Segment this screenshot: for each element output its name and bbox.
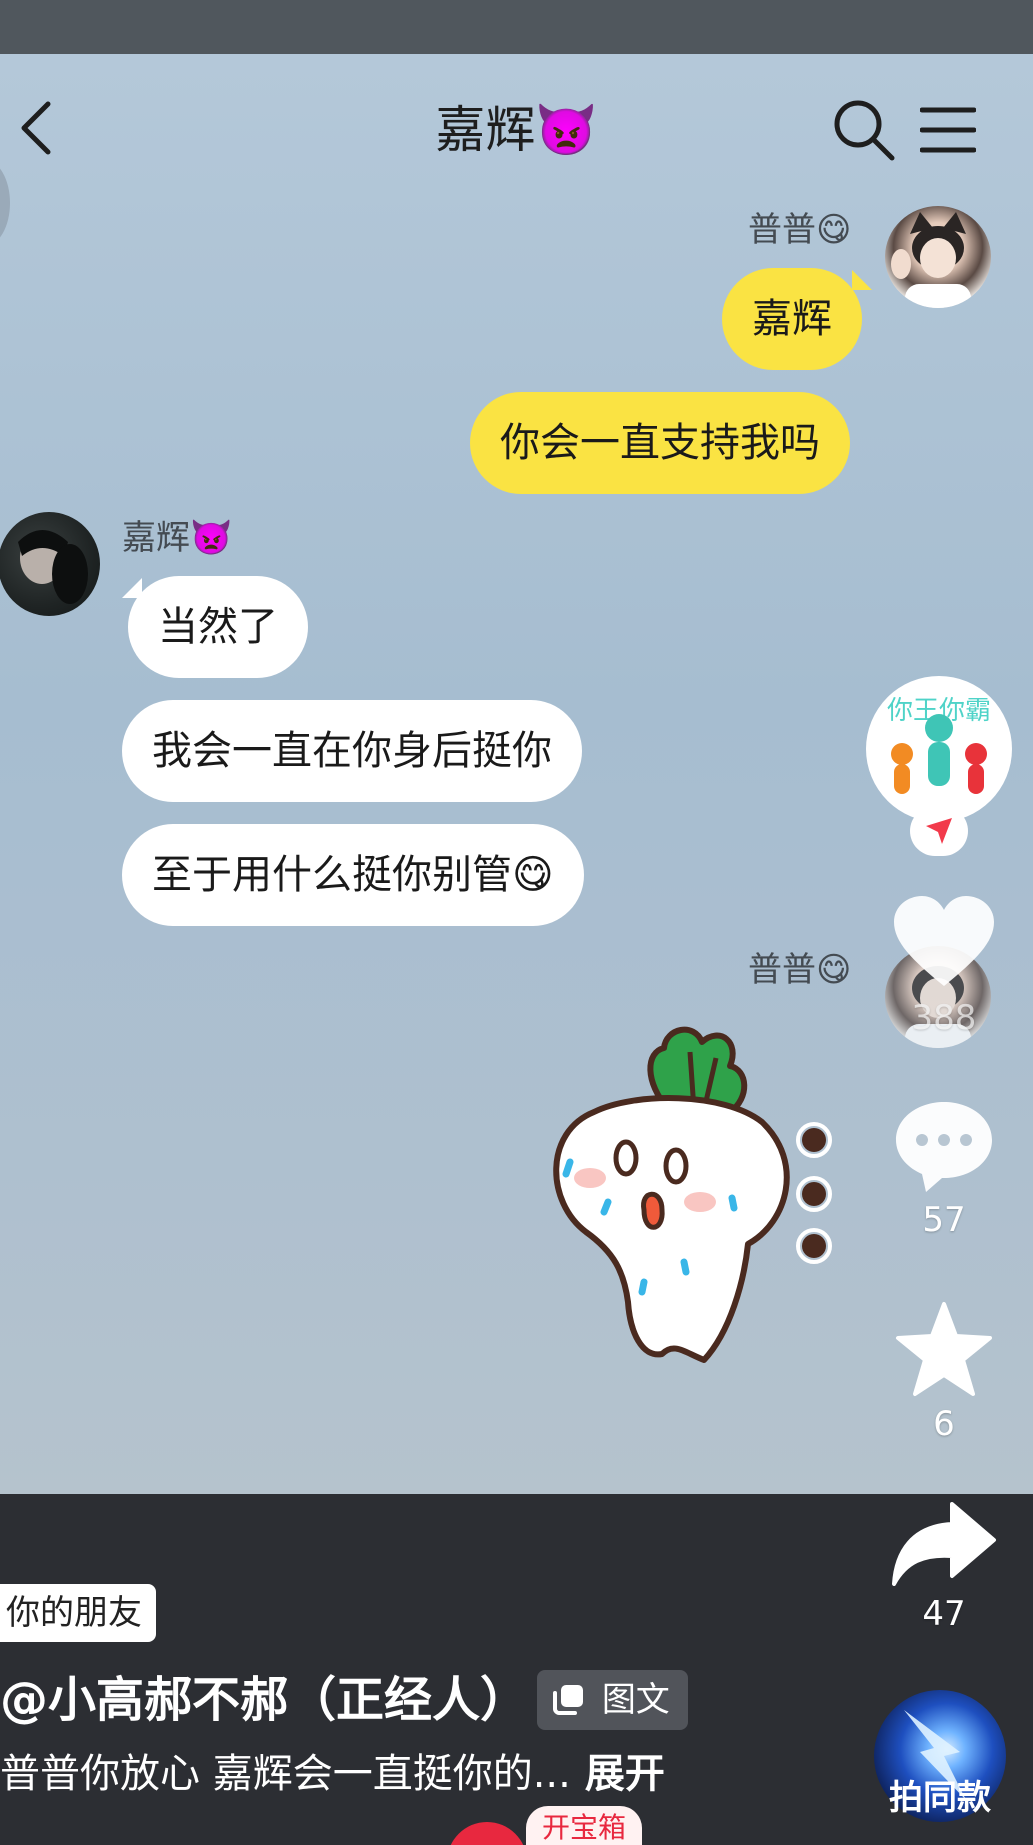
search-icon bbox=[834, 100, 895, 161]
star-icon bbox=[896, 1302, 992, 1396]
other-message-bubble: 当然了 bbox=[128, 576, 308, 678]
share-count: 47 bbox=[922, 1594, 966, 1634]
post-caption: 普普你放心 嘉辉会一直挺你的... 展开 bbox=[0, 1745, 665, 1803]
send-icon bbox=[926, 818, 952, 844]
my-name: 普普😋 bbox=[748, 210, 852, 250]
like-button[interactable]: 388 bbox=[892, 896, 996, 1038]
my-message-bubble: 你会一直支持我吗 bbox=[470, 392, 850, 494]
same-style-button[interactable]: 拍同款 bbox=[874, 1776, 1006, 1820]
menu-icon bbox=[919, 107, 977, 153]
menu-button[interactable] bbox=[919, 104, 977, 156]
share-button[interactable]: 47 bbox=[890, 1500, 998, 1640]
avatar-person-icon bbox=[891, 212, 971, 308]
other-avatar[interactable] bbox=[0, 512, 100, 616]
post-type-label: 图文 bbox=[601, 1680, 670, 1720]
author-name[interactable]: @小高郝不郝（正经人） bbox=[0, 1666, 528, 1734]
creator-avatar-button[interactable]: 你王你霸 bbox=[866, 676, 1012, 822]
my-name: 普普😋 bbox=[748, 950, 852, 990]
comment-icon bbox=[896, 1102, 992, 1192]
my-avatar[interactable] bbox=[885, 206, 991, 308]
bubble-tail bbox=[852, 270, 872, 290]
open-treasure-button[interactable]: 开宝箱 bbox=[526, 1806, 643, 1845]
radish-sticker-image bbox=[553, 1026, 832, 1363]
other-name: 嘉辉👿 bbox=[122, 518, 233, 558]
comment-count: 57 bbox=[922, 1200, 966, 1240]
creator-avatar-figures-icon bbox=[891, 714, 987, 794]
video-screen: 嘉辉👿 普普😋 嘉辉 你会一直支持我吗 嘉辉👿 当然了 我会一直在你身后挺你 至… bbox=[0, 0, 1033, 1845]
avatar-person-icon bbox=[18, 530, 88, 604]
status-bar bbox=[0, 0, 1033, 54]
like-count: 388 bbox=[911, 998, 977, 1038]
image-text-icon bbox=[553, 1685, 583, 1715]
share-icon bbox=[892, 1502, 996, 1586]
search-button[interactable] bbox=[832, 98, 896, 162]
heart-icon bbox=[894, 896, 994, 986]
other-message-bubble: 至于用什么挺你别管😋 bbox=[122, 824, 584, 926]
expand-button[interactable]: 展开 bbox=[585, 1751, 665, 1797]
friend-tag: 你的朋友 bbox=[0, 1584, 156, 1642]
follow-button[interactable] bbox=[910, 806, 968, 856]
post-type-badge: 图文 bbox=[537, 1670, 688, 1730]
caption-text: 普普你放心 嘉辉会一直挺你的... bbox=[0, 1751, 571, 1797]
my-message-bubble: 嘉辉 bbox=[722, 268, 862, 370]
bubble-tail bbox=[122, 578, 142, 598]
favorite-button[interactable]: 6 bbox=[892, 1300, 996, 1450]
favorite-count: 6 bbox=[933, 1404, 955, 1444]
comment-button[interactable]: 57 bbox=[892, 1098, 996, 1248]
other-message-bubble: 我会一直在你身后挺你 bbox=[122, 700, 582, 802]
